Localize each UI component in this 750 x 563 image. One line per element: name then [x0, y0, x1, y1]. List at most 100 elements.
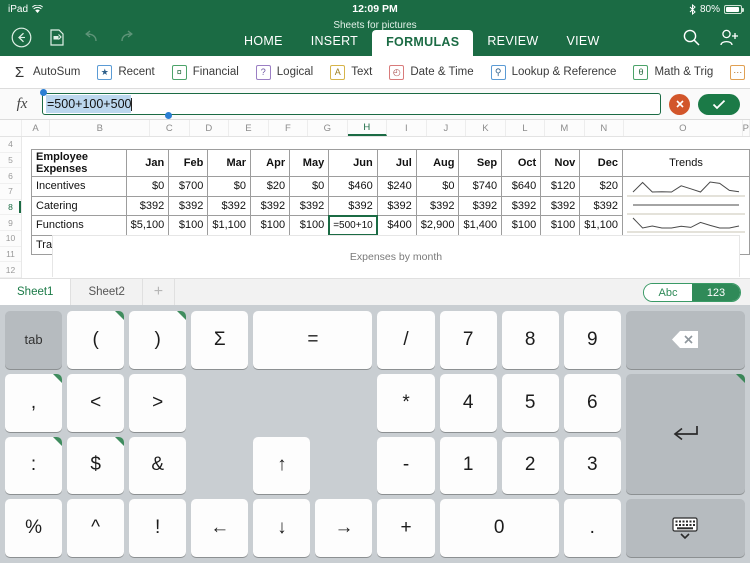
key-three[interactable]: 3	[564, 437, 621, 495]
ribbon-text[interactable]: A Text	[330, 65, 383, 80]
key-six[interactable]: 6	[564, 374, 621, 432]
row-label[interactable]: Functions	[32, 216, 127, 236]
cell[interactable]: $0	[290, 177, 329, 197]
row-label[interactable]: Catering	[32, 196, 127, 216]
key-comma[interactable]: ,	[5, 374, 62, 432]
tab-home[interactable]: HOME	[230, 29, 297, 56]
cell[interactable]: $5,100	[126, 216, 169, 236]
cell[interactable]: $20	[580, 177, 623, 197]
column-header-I[interactable]: I	[387, 120, 427, 136]
key-less-than[interactable]: <	[67, 374, 124, 432]
key-exclamation[interactable]: !	[129, 499, 186, 557]
key-zero[interactable]: 0	[440, 499, 559, 557]
undo-icon[interactable]	[80, 26, 102, 48]
column-header-K[interactable]: K	[466, 120, 506, 136]
row-header-7[interactable]: 7	[0, 184, 21, 200]
tab-insert[interactable]: INSERT	[297, 29, 372, 56]
column-header-E[interactable]: E	[229, 120, 269, 136]
key-two[interactable]: 2	[502, 437, 559, 495]
key-percent[interactable]: %	[5, 499, 62, 557]
cell[interactable]: $392	[126, 196, 169, 216]
key-plus[interactable]: +	[377, 499, 434, 557]
chart-caption[interactable]: Expenses by month	[52, 235, 740, 277]
cancel-x-icon[interactable]	[669, 94, 690, 115]
ribbon-math-trig[interactable]: θ Math & Trig	[633, 65, 724, 80]
ribbon-more[interactable]: ⋯	[730, 65, 750, 80]
column-header-A[interactable]: A	[22, 120, 51, 136]
key-arrow-right[interactable]: →	[315, 499, 372, 557]
column-header-B[interactable]: B	[50, 120, 150, 136]
key-five[interactable]: 5	[502, 374, 559, 432]
cell[interactable]: $392	[580, 196, 623, 216]
tab-formulas[interactable]: FORMULAS	[372, 30, 473, 56]
row-header-11[interactable]: 11	[0, 247, 21, 263]
cell[interactable]: $0	[126, 177, 169, 197]
key-ampersand[interactable]: &	[129, 437, 186, 495]
cell[interactable]: $740	[459, 177, 502, 197]
key-minus[interactable]: -	[377, 437, 434, 495]
row-header-8[interactable]: 8	[0, 200, 21, 216]
cell[interactable]: $100	[169, 216, 208, 236]
key-dollar[interactable]: $	[67, 437, 124, 495]
cell[interactable]: $392	[290, 196, 329, 216]
column-header-L[interactable]: L	[506, 120, 546, 136]
key-four[interactable]: 4	[440, 374, 497, 432]
tab-review[interactable]: REVIEW	[473, 29, 552, 56]
cell[interactable]: $1,100	[208, 216, 251, 236]
back-arrow-icon[interactable]	[10, 26, 32, 48]
sheet-tab-sheet2[interactable]: Sheet2	[71, 279, 142, 305]
key-arrow-left[interactable]: ←	[191, 499, 248, 557]
row-header-9[interactable]: 9	[0, 215, 21, 231]
ribbon-logical[interactable]: ? Logical	[256, 65, 324, 80]
mode-option-123[interactable]: 123	[692, 284, 740, 301]
key-greater-than[interactable]: >	[129, 374, 186, 432]
key-arrow-up[interactable]: ↑	[253, 437, 310, 495]
row-header-6[interactable]: 6	[0, 168, 21, 184]
redo-icon[interactable]	[115, 26, 137, 48]
key-tab[interactable]: tab	[5, 311, 62, 369]
mode-option-abc[interactable]: Abc	[644, 284, 692, 301]
add-person-icon[interactable]	[718, 26, 740, 48]
sheet-tab-sheet1[interactable]: Sheet1	[0, 279, 71, 305]
cell[interactable]: $0	[208, 177, 251, 197]
share-file-icon[interactable]	[45, 26, 67, 48]
cell[interactable]: $1,100	[580, 216, 623, 236]
cell[interactable]: $700	[169, 177, 208, 197]
key-nine[interactable]: 9	[564, 311, 621, 369]
cell[interactable]: $1,400	[459, 216, 502, 236]
key-seven[interactable]: 7	[440, 311, 497, 369]
ribbon-lookup-reference[interactable]: ⚲ Lookup & Reference	[491, 65, 628, 80]
cell[interactable]: $392	[541, 196, 580, 216]
row-label[interactable]: Incentives	[32, 177, 127, 197]
tab-view[interactable]: VIEW	[552, 29, 613, 56]
add-sheet-button[interactable]: +	[143, 279, 175, 305]
key-equals[interactable]: =	[253, 311, 372, 369]
column-header-G[interactable]: G	[308, 120, 348, 136]
cell[interactable]: $20	[251, 177, 290, 197]
cell[interactable]: $640	[502, 177, 541, 197]
key-close-paren[interactable]: )	[129, 311, 186, 369]
cell[interactable]: $460	[329, 177, 378, 197]
cell[interactable]: $392	[251, 196, 290, 216]
column-header-D[interactable]: D	[190, 120, 230, 136]
key-autosum[interactable]: Σ	[191, 311, 248, 369]
key-arrow-down[interactable]: ↓	[253, 499, 310, 557]
key-return[interactable]	[626, 374, 745, 495]
cell[interactable]: $100	[290, 216, 329, 236]
ribbon-financial[interactable]: ¤ Financial	[172, 65, 250, 80]
key-colon[interactable]: :	[5, 437, 62, 495]
key-backspace[interactable]	[626, 311, 745, 369]
cell[interactable]: $0	[416, 177, 459, 197]
cell[interactable]: $392	[169, 196, 208, 216]
cell[interactable]: $392	[416, 196, 459, 216]
cell[interactable]: $100	[502, 216, 541, 236]
cell[interactable]: $392	[459, 196, 502, 216]
row-header-4[interactable]: 4	[0, 137, 21, 153]
column-header-P[interactable]: P	[743, 120, 750, 136]
column-header-M[interactable]: M	[545, 120, 585, 136]
column-header-H[interactable]: H	[348, 120, 388, 136]
key-divide[interactable]: /	[377, 311, 434, 369]
ribbon-date-time[interactable]: ◴ Date & Time	[389, 65, 484, 80]
cell[interactable]: $120	[541, 177, 580, 197]
column-header-J[interactable]: J	[427, 120, 467, 136]
